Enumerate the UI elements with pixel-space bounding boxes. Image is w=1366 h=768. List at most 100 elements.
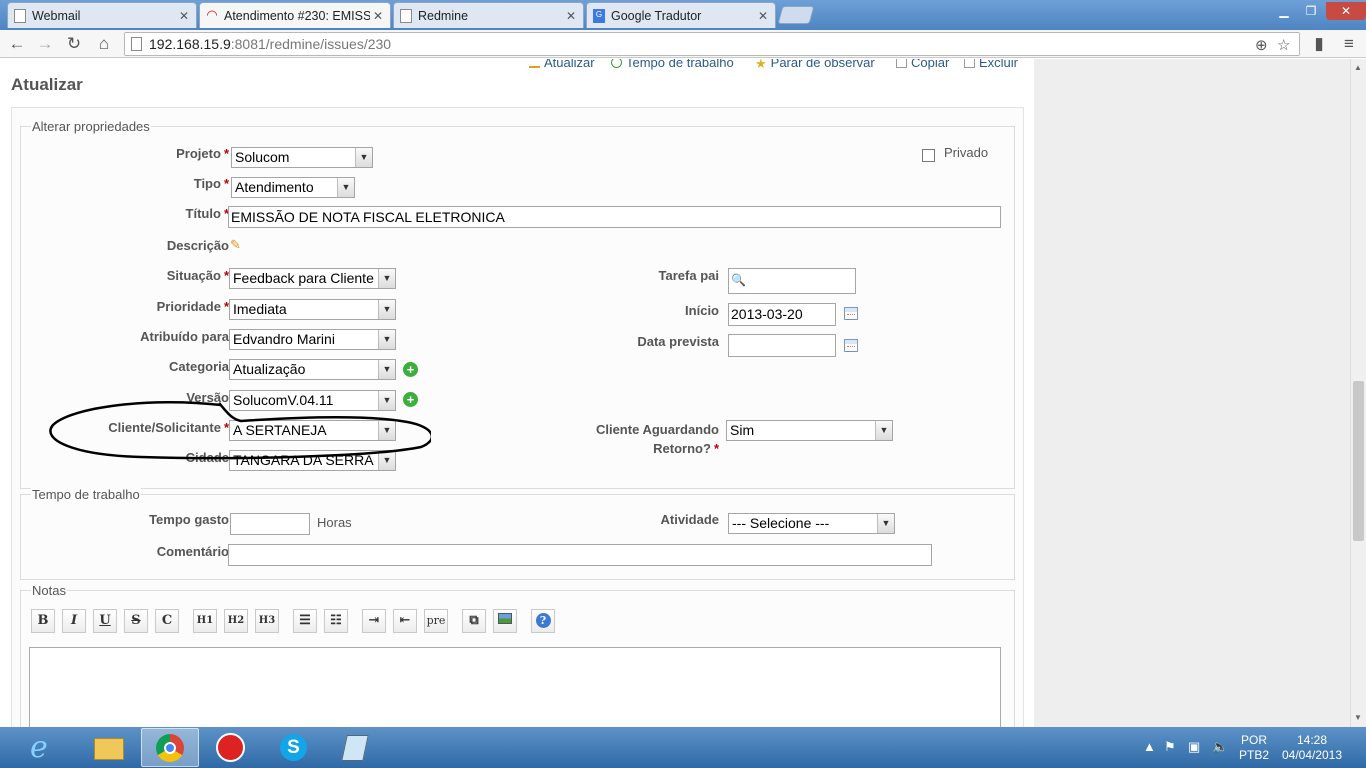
- browser-toolbar: ← → ↻ ⌂ 192.168.15.9:8081/redmine/issues…: [0, 30, 1366, 58]
- tab-label: Google Tradutor: [611, 8, 702, 23]
- add-category-icon[interactable]: +: [403, 362, 418, 377]
- internet-explorer-icon[interactable]: e: [18, 728, 76, 767]
- link-button[interactable]: ⧉: [462, 609, 486, 633]
- scroll-up-icon[interactable]: ▲: [1354, 63, 1362, 72]
- minimize-icon[interactable]: ▁: [1270, 2, 1298, 20]
- unordered-list-icon: ☰: [299, 613, 311, 628]
- calendar-icon[interactable]: [844, 339, 858, 352]
- status-select[interactable]: Feedback para Cliente ▼: [229, 268, 396, 289]
- image-button[interactable]: [493, 609, 517, 633]
- pre-button[interactable]: pre: [424, 609, 448, 633]
- start-date-input[interactable]: 2013-03-20: [728, 303, 836, 326]
- tab-redmine[interactable]: Redmine ✕: [393, 2, 584, 28]
- awaiting-return-select[interactable]: Sim ▼: [726, 420, 893, 441]
- back-icon[interactable]: ←: [6, 33, 28, 55]
- tab-atendimento[interactable]: ◠ Atendimento #230: EMISS ✕: [199, 2, 391, 28]
- close-icon[interactable]: ✕: [370, 9, 386, 23]
- pencil-icon: [529, 59, 540, 68]
- project-select[interactable]: Solucom ▼: [231, 147, 373, 168]
- system-clock[interactable]: 14:28 04/04/2013: [1280, 733, 1344, 763]
- bank-app-icon[interactable]: [202, 728, 260, 767]
- scrollbar-thumb[interactable]: [1353, 381, 1364, 541]
- wiki-toolbar: B I U S C H1 H2 H3 ☰ ☷ ⇥ ⇤ pre ⧉ ?: [31, 609, 571, 635]
- close-icon[interactable]: ✕: [563, 9, 579, 23]
- reload-icon[interactable]: ↻: [63, 33, 85, 55]
- subject-input[interactable]: EMISSÃO DE NOTA FISCAL ELETRONICA: [228, 206, 1001, 228]
- ordered-list-button[interactable]: ☷: [324, 609, 348, 633]
- indent-left-button[interactable]: ⇤: [393, 609, 417, 633]
- skype-icon[interactable]: S: [264, 728, 322, 767]
- underline-button[interactable]: U: [93, 609, 117, 633]
- network-icon[interactable]: ▣: [1188, 739, 1200, 755]
- show-hidden-icons-icon[interactable]: ▲: [1143, 739, 1156, 754]
- unordered-list-button[interactable]: ☰: [293, 609, 317, 633]
- calendar-icon[interactable]: [844, 307, 858, 320]
- activity-select[interactable]: --- Selecione --- ▼: [728, 513, 895, 534]
- notepad-icon[interactable]: [326, 728, 384, 767]
- status-label: Situação *: [167, 268, 229, 283]
- volume-icon[interactable]: 🔈: [1212, 739, 1228, 755]
- category-label: Categoria: [169, 359, 229, 374]
- page-icon: [131, 37, 142, 51]
- new-tab-button[interactable]: [777, 6, 815, 24]
- input-language[interactable]: POR PTB2: [1238, 733, 1270, 763]
- hours-label: Horas: [317, 515, 352, 530]
- update-link[interactable]: Atualizar: [529, 59, 595, 70]
- indent-right-button[interactable]: ⇥: [362, 609, 386, 633]
- close-icon[interactable]: ✕: [755, 9, 771, 23]
- heading3-button[interactable]: H3: [255, 609, 279, 633]
- private-checkbox[interactable]: [922, 149, 935, 162]
- heading1-button[interactable]: H1: [193, 609, 217, 633]
- home-icon[interactable]: ⌂: [93, 33, 115, 55]
- tracker-select[interactable]: Atendimento ▼: [231, 177, 355, 198]
- page-title: Atualizar: [11, 75, 83, 94]
- chevron-down-icon: ▼: [378, 300, 395, 319]
- strikethrough-button[interactable]: S: [124, 609, 148, 633]
- maximize-icon[interactable]: ❐: [1298, 2, 1324, 20]
- forward-icon[interactable]: →: [34, 33, 56, 55]
- copy-icon: [896, 59, 907, 68]
- notes-textarea[interactable]: [29, 647, 1001, 727]
- priority-select[interactable]: Imediata ▼: [229, 299, 396, 320]
- star-icon[interactable]: ☆: [1277, 36, 1290, 56]
- keyboard-layout-code: PTB2: [1238, 748, 1269, 762]
- bold-button[interactable]: B: [31, 609, 55, 633]
- delete-link[interactable]: Excluir: [964, 59, 1018, 70]
- due-date-label: Data prevista: [637, 334, 719, 349]
- copy-link[interactable]: Copiar: [896, 59, 949, 70]
- notes-fieldset: Notas B I U S C H1 H2 H3 ☰ ☷ ⇥ ⇤ pre ⧉ ?: [20, 583, 1015, 727]
- comment-input[interactable]: [228, 544, 932, 566]
- extension-icon[interactable]: ▮: [1308, 33, 1330, 55]
- code-button[interactable]: C: [155, 609, 179, 633]
- due-date-input[interactable]: [728, 334, 836, 357]
- menu-icon[interactable]: ≡: [1338, 33, 1360, 55]
- tracker-label-text: Tipo: [193, 176, 221, 191]
- vertical-scrollbar[interactable]: ▲ ▼: [1350, 59, 1366, 727]
- edit-pencil-icon[interactable]: ✎: [230, 237, 241, 253]
- chrome-icon[interactable]: [141, 728, 199, 767]
- tab-google-tradutor[interactable]: G Google Tradutor ✕: [586, 2, 776, 28]
- file-explorer-icon[interactable]: [80, 728, 138, 767]
- zoom-icon[interactable]: ⊕: [1255, 36, 1268, 56]
- heading2-button[interactable]: H2: [224, 609, 248, 633]
- category-select[interactable]: Atualização ▼: [229, 359, 396, 380]
- help-button[interactable]: ?: [531, 609, 555, 633]
- scroll-down-icon[interactable]: ▼: [1354, 713, 1362, 722]
- tab-webmail[interactable]: Webmail ✕: [7, 2, 197, 28]
- parent-task-input[interactable]: 🔍: [728, 268, 856, 294]
- chevron-down-icon: ▼: [875, 421, 892, 440]
- action-center-flag-icon[interactable]: ⚑: [1164, 739, 1176, 755]
- address-bar[interactable]: 192.168.15.9:8081/redmine/issues/230 ⊕ ☆: [124, 32, 1300, 56]
- close-icon[interactable]: ✕: [176, 9, 192, 23]
- sidebar: [1034, 59, 1350, 727]
- chevron-down-icon: ▼: [877, 514, 894, 533]
- spent-time-input[interactable]: [230, 513, 310, 535]
- unwatch-link[interactable]: ★ Parar de observar: [755, 59, 875, 71]
- window-close-icon[interactable]: ✕: [1326, 2, 1366, 20]
- assignee-select[interactable]: Edvandro Marini ▼: [229, 329, 396, 350]
- log-time-link[interactable]: Tempo de trabalho: [611, 59, 734, 70]
- comment-label: Comentário: [156, 544, 229, 559]
- clock-date: 04/04/2013: [1281, 748, 1343, 762]
- awaiting-return-label-line-1: Cliente Aguardando: [595, 422, 719, 437]
- italic-button[interactable]: I: [62, 609, 86, 633]
